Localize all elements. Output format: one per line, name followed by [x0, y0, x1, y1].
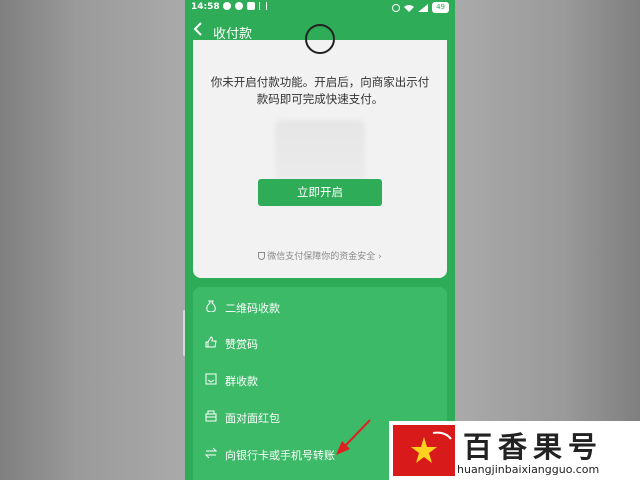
thumbs-up-icon — [205, 336, 217, 348]
payment-code-card: 你未开启付款功能。开启后，向商家出示付款码即可完成快速支付。 立即开启 微信支付… — [193, 24, 447, 278]
status-bar: 14:58 49 — [185, 0, 455, 16]
card-description: 你未开启付款功能。开启后，向商家出示付款码即可完成快速支付。 — [210, 75, 430, 106]
status-right-icons: 49 — [392, 2, 449, 13]
shield-icon — [258, 252, 266, 260]
avatar-circle-icon — [305, 24, 335, 54]
chevron-left-icon[interactable] — [193, 22, 203, 39]
signal-icon — [418, 3, 429, 12]
menu-item-label: 二维码收款 — [225, 302, 280, 315]
alarm-icon — [392, 3, 401, 12]
watermark-url: huangjinbaixiangguo.com — [457, 463, 600, 476]
menu-item-label: 群收款 — [225, 375, 258, 388]
blurred-code-placeholder — [275, 120, 365, 180]
battery-icon: 49 — [432, 2, 449, 13]
red-packet-icon — [205, 410, 217, 422]
security-text: 微信支付保障你的资金安全 — [267, 252, 376, 262]
red-arrow-annotation — [336, 419, 371, 455]
usb-icon — [259, 2, 267, 10]
menu-item-label: 赞赏码 — [225, 338, 258, 351]
menu-item-label: 面对面红包 — [225, 412, 280, 425]
brand-logo — [393, 425, 455, 476]
menu-item-reward-code[interactable]: 赞赏码 — [193, 328, 447, 358]
watermark-banner: 百香果号 huangjinbaixiangguo.com — [389, 421, 640, 480]
group-bill-icon — [205, 373, 217, 385]
menu-item-label: 向银行卡或手机号转账 — [225, 449, 335, 462]
menu-item-qr-collect[interactable]: 二维码收款 — [193, 292, 447, 322]
security-link[interactable]: 微信支付保障你的资金安全 › — [193, 249, 447, 262]
enable-payment-button[interactable]: 立即开启 — [258, 179, 382, 206]
menu-item-group-collect[interactable]: 群收款 — [193, 365, 447, 395]
status-time: 14:58 — [191, 2, 220, 12]
phone-screen: 14:58 49 收付款 你未开启付款功能。开启后，向商家出示付款码即可完成快速… — [185, 0, 455, 480]
notification-dot-icon — [223, 2, 231, 10]
app-notification-icon — [247, 2, 255, 10]
transfer-arrows-icon — [205, 447, 217, 459]
wifi-icon — [404, 4, 415, 12]
status-left-icons — [223, 2, 267, 10]
notification-dot-icon — [235, 2, 243, 10]
chevron-right-icon: › — [375, 252, 382, 262]
watermark-title: 百香果号 — [463, 430, 604, 464]
money-bag-icon — [206, 300, 216, 312]
